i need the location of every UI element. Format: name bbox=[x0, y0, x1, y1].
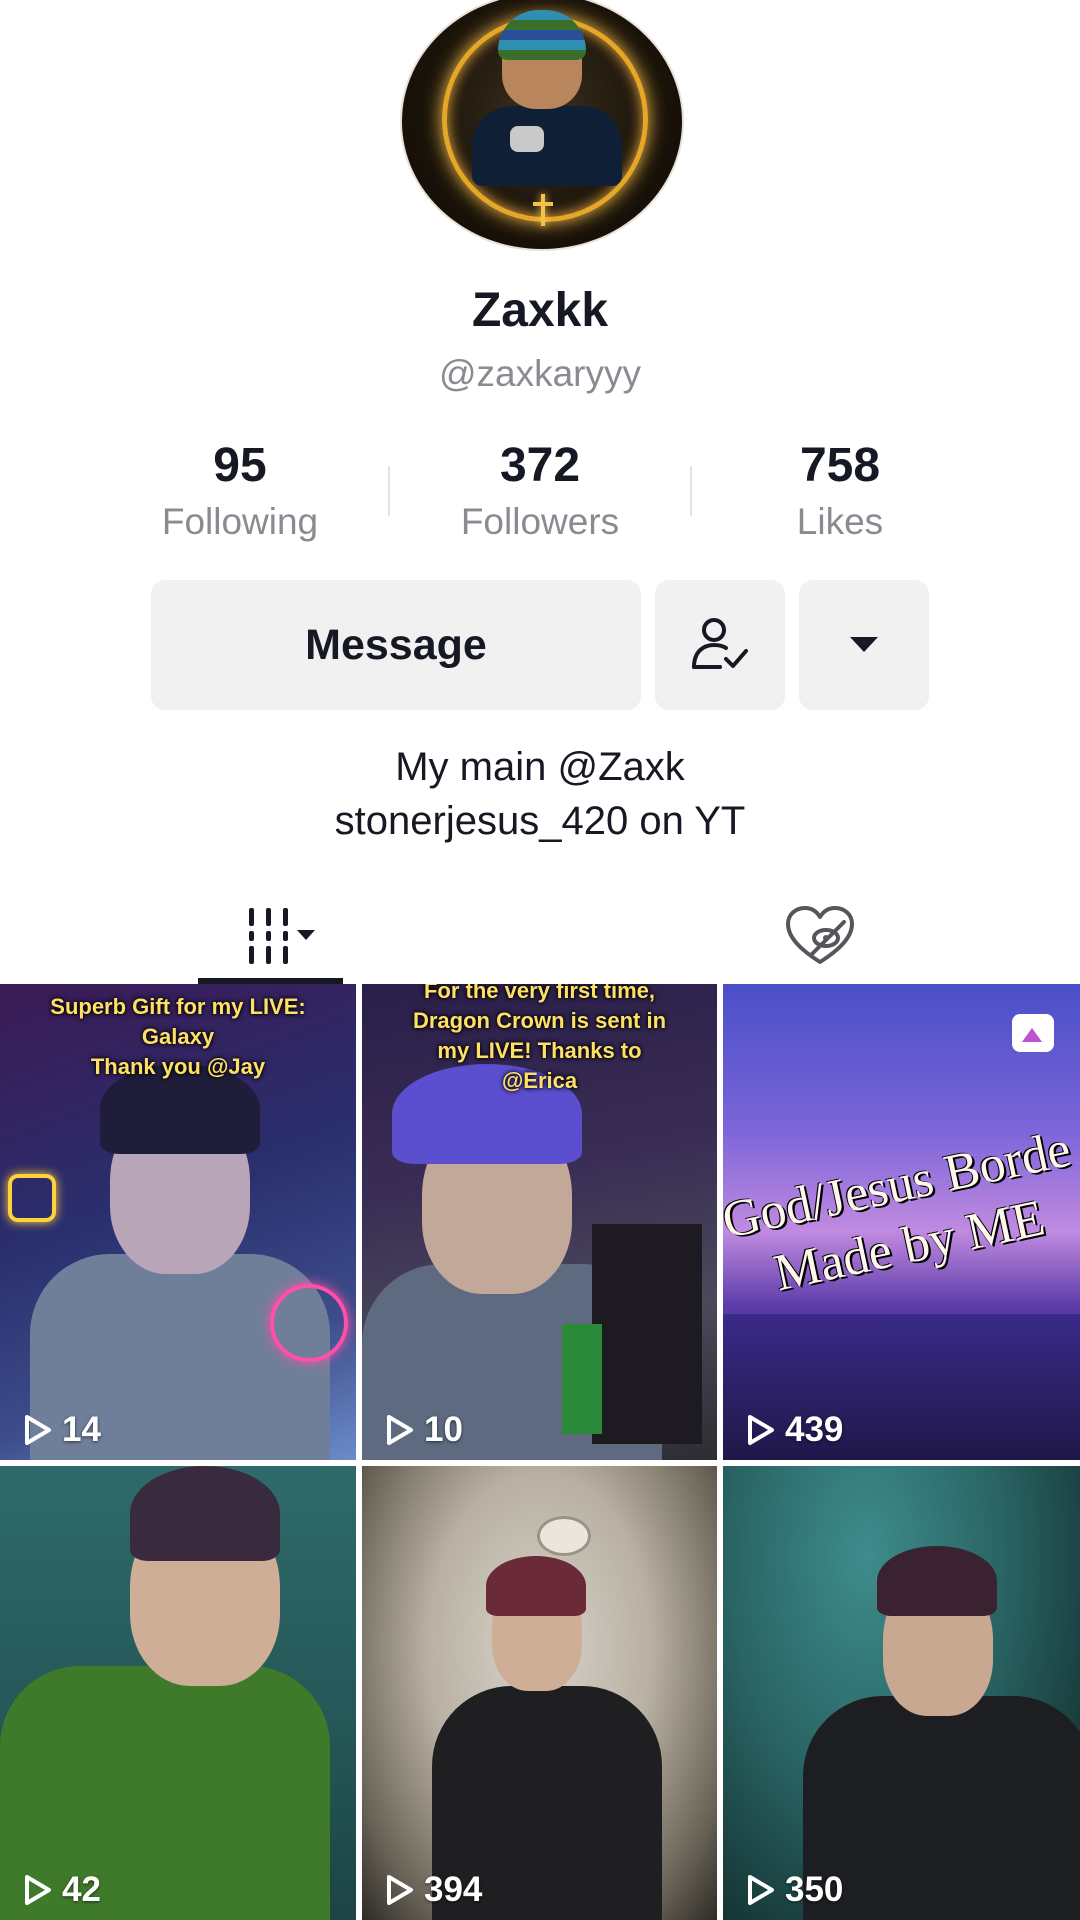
video-caption: For the very first time, Dragon Crown is… bbox=[412, 984, 667, 1093]
avatar-body bbox=[472, 106, 622, 186]
grid-lines-icon bbox=[248, 908, 315, 964]
ceiling-light bbox=[537, 1516, 591, 1556]
video-caption: Superb Gift for my LIVE: Galaxy Thank yo… bbox=[50, 994, 306, 1079]
avatar-beanie bbox=[498, 10, 586, 60]
bio-line: My main @Zaxk bbox=[395, 745, 685, 789]
view-count-value: 394 bbox=[424, 1870, 483, 1909]
view-count: 350 bbox=[745, 1870, 843, 1910]
tab-videos[interactable] bbox=[198, 888, 343, 984]
avatar-cross bbox=[533, 194, 553, 226]
play-icon bbox=[387, 1875, 413, 1905]
more-options-button[interactable] bbox=[799, 580, 929, 710]
background-object bbox=[562, 1324, 602, 1434]
photo-icon bbox=[1012, 1014, 1054, 1052]
play-icon bbox=[387, 1415, 413, 1445]
view-count: 10 bbox=[384, 1410, 463, 1450]
video-overlay-text: God/Jesus Borde Made by ME bbox=[723, 1120, 1076, 1303]
play-icon bbox=[748, 1415, 774, 1445]
video-tile[interactable]: 350 bbox=[723, 1466, 1080, 1920]
profile-bio: My main @Zaxk stonerjesus_420 on YT bbox=[0, 740, 1080, 848]
view-count: 14 bbox=[22, 1410, 101, 1450]
video-tile[interactable]: God/Jesus Borde Made by ME 439 bbox=[723, 984, 1080, 1460]
following-status-button[interactable] bbox=[655, 580, 785, 710]
view-count-value: 42 bbox=[62, 1870, 101, 1909]
video-tile[interactable]: For the very first time, Dragon Crown is… bbox=[362, 984, 717, 1460]
video-tile[interactable]: Superb Gift for my LIVE: Galaxy Thank yo… bbox=[0, 984, 356, 1460]
stat-following[interactable]: 95 Following bbox=[120, 437, 360, 547]
hidden-heart-icon bbox=[786, 906, 854, 964]
bio-line: stonerjesus_420 on YT bbox=[334, 799, 746, 843]
background-object bbox=[592, 1224, 702, 1444]
video-tile[interactable]: 394 bbox=[362, 1466, 717, 1920]
stat-divider bbox=[690, 466, 692, 516]
stat-label: Following bbox=[161, 501, 319, 542]
display-name: Zaxkk bbox=[471, 284, 609, 337]
stat-label: Followers bbox=[460, 501, 620, 542]
message-button[interactable]: Message bbox=[151, 580, 641, 710]
view-count: 439 bbox=[745, 1410, 843, 1450]
view-count: 394 bbox=[384, 1870, 482, 1910]
stat-divider bbox=[388, 466, 390, 516]
view-count-value: 439 bbox=[785, 1410, 844, 1449]
tab-liked[interactable] bbox=[770, 888, 870, 984]
video-tile[interactable]: 42 bbox=[0, 1466, 356, 1920]
stat-followers[interactable]: 372 Followers bbox=[420, 437, 660, 547]
view-count-value: 14 bbox=[62, 1410, 101, 1449]
video-grid: Superb Gift for my LIVE: Galaxy Thank yo… bbox=[0, 984, 1080, 1920]
play-icon bbox=[25, 1415, 51, 1445]
neon-decoration bbox=[8, 1174, 56, 1222]
username: @zaxkaryyy bbox=[438, 353, 642, 394]
person-check-icon bbox=[692, 618, 748, 669]
play-icon bbox=[25, 1875, 51, 1905]
stat-likes[interactable]: 758 Likes bbox=[720, 437, 960, 547]
stat-value: 372 bbox=[499, 439, 581, 492]
view-count-value: 10 bbox=[424, 1410, 463, 1449]
view-count: 42 bbox=[22, 1870, 101, 1910]
stat-value: 95 bbox=[213, 439, 267, 492]
stat-value: 758 bbox=[799, 439, 881, 492]
profile-avatar[interactable] bbox=[400, 0, 684, 251]
play-icon bbox=[748, 1875, 774, 1905]
view-count-value: 350 bbox=[785, 1870, 844, 1909]
avatar-watch bbox=[510, 126, 544, 152]
neon-decoration bbox=[270, 1284, 348, 1362]
stat-label: Likes bbox=[796, 501, 884, 542]
caret-down-icon bbox=[850, 637, 878, 652]
